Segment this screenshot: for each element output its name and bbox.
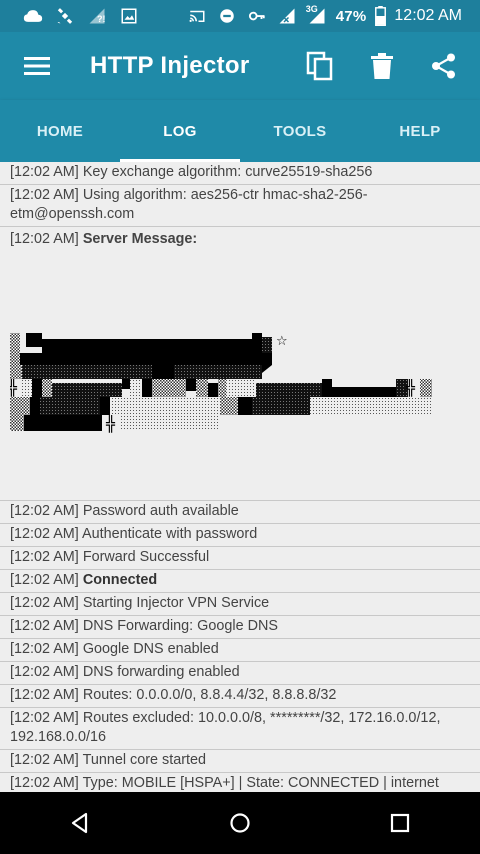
- home-button[interactable]: [210, 792, 270, 854]
- svg-text:╬: ╬: [10, 378, 18, 397]
- tab-tools[interactable]: TOOLS: [240, 100, 360, 162]
- log-time: [12:02 AM]: [10, 595, 79, 611]
- battery-percent: 47%: [335, 7, 367, 25]
- log-time: [12:02 AM]: [10, 710, 79, 726]
- log-text: Starting Injector VPN Service: [82, 595, 270, 611]
- log-text: Forward Successful: [82, 549, 210, 565]
- menu-button[interactable]: [20, 49, 54, 83]
- home-icon: [230, 813, 250, 833]
- battery-icon: [374, 6, 386, 26]
- tab-bar: HOME LOG TOOLS HELP: [0, 100, 480, 162]
- copy-button[interactable]: [300, 46, 340, 86]
- do-not-disturb-icon: [216, 6, 238, 26]
- log-time: [12:02 AM]: [10, 618, 79, 634]
- log-time: [12:02 AM]: [10, 775, 79, 791]
- svg-text:?!: ?!: [97, 14, 106, 24]
- log-time: [12:02 AM]: [10, 752, 79, 768]
- log-time: [12:02 AM]: [10, 187, 79, 203]
- server-banner-ascii-art: ☆ ╬ ╬ ╬: [10, 333, 432, 433]
- log-row: [12:02 AM] Type: MOBILE [HSPA+] | State:…: [0, 773, 480, 792]
- server-message-row: [12:02 AM] Server Message: ☆ ╬ ╬ ╬: [0, 227, 480, 501]
- hamburger-icon: [24, 57, 50, 75]
- log-time: [12:02 AM]: [10, 664, 79, 680]
- back-icon: [71, 812, 88, 834]
- delete-icon: [371, 53, 393, 79]
- log-text-bold: Connected: [82, 572, 158, 588]
- log-row: [12:02 AM] Routes: 0.0.0.0/0, 8.8.4.4/32…: [0, 685, 480, 708]
- back-button[interactable]: [50, 792, 110, 854]
- log-text: Type: MOBILE [HSPA+] | State: CONNECTED …: [82, 775, 439, 791]
- log-time: [12:02 AM]: [10, 549, 79, 565]
- cloud-icon: [22, 6, 44, 26]
- log-time: [12:02 AM]: [10, 503, 79, 519]
- tab-log[interactable]: LOG: [120, 100, 240, 162]
- signal-3g-icon: 3G: [305, 4, 328, 26]
- log-row: [12:02 AM] Connected: [0, 570, 480, 593]
- log-text: Google DNS enabled: [82, 641, 219, 657]
- log-row: [12:02 AM] DNS Forwarding: Google DNS: [0, 616, 480, 639]
- screen: ?! 3G 47% 12:02 AM HTTP Injector HOME LO…: [0, 0, 480, 854]
- clock: 12:02 AM: [394, 7, 462, 24]
- log-time: [12:02 AM]: [10, 526, 79, 542]
- log-row: [12:02 AM] Password auth available: [0, 501, 480, 524]
- log-text: Authenticate with password: [82, 526, 258, 542]
- delete-button[interactable]: [362, 46, 402, 86]
- log-row: [12:02 AM] Google DNS enabled: [0, 639, 480, 662]
- image-alert-icon: [118, 6, 140, 26]
- log-row: [12:02 AM] Tunnel core started: [0, 750, 480, 773]
- log-row: [12:02 AM] Starting Injector VPN Service: [0, 593, 480, 616]
- recents-icon: [390, 813, 410, 833]
- log-text: DNS Forwarding: Google DNS: [82, 618, 278, 634]
- log-text: DNS forwarding enabled: [82, 664, 240, 680]
- cast-icon: [186, 6, 208, 26]
- wifi-question-icon: ?!: [86, 6, 108, 26]
- recents-button[interactable]: [370, 792, 430, 854]
- svg-text:☆: ☆: [276, 334, 288, 349]
- log-row: [12:02 AM] Authenticate with password: [0, 524, 480, 547]
- signal-icon: [276, 6, 298, 26]
- log-row: [12:02 AM] DNS forwarding enabled: [0, 662, 480, 685]
- system-nav-bar: [0, 792, 480, 854]
- log-time: [12:02 AM]: [10, 641, 79, 657]
- tab-help[interactable]: HELP: [360, 100, 480, 162]
- log-list[interactable]: [12:02 AM] Key exchange algorithm: curve…: [0, 162, 480, 792]
- share-icon: [432, 53, 455, 79]
- app-title: HTTP Injector: [90, 52, 250, 79]
- tab-home[interactable]: HOME: [0, 100, 120, 162]
- svg-text:╬: ╬: [105, 414, 116, 433]
- log-time: [12:02 AM]: [10, 572, 79, 588]
- share-button[interactable]: [424, 46, 464, 86]
- copy-icon: [306, 51, 333, 81]
- satellite-icon: [54, 6, 76, 26]
- network-type-label: 3G: [305, 4, 318, 14]
- log-row: [12:02 AM] Using algorithm: aes256-ctr h…: [0, 185, 480, 227]
- log-row: [12:02 AM] Key exchange algorithm: curve…: [0, 162, 480, 185]
- log-time: [12:02 AM]: [10, 687, 79, 703]
- log-text: Routes: 0.0.0.0/0, 8.8.4.4/32, 8.8.8.8/3…: [82, 687, 337, 703]
- vpn-key-icon: [246, 6, 268, 26]
- log-text: Key exchange algorithm: curve25519-sha25…: [82, 164, 373, 180]
- svg-text:╬: ╬: [405, 378, 416, 397]
- log-row: [12:02 AM] Forward Successful: [0, 547, 480, 570]
- log-text: Password auth available: [82, 503, 239, 519]
- status-bar: ?! 3G 47% 12:02 AM: [0, 0, 480, 32]
- app-bar: HTTP Injector: [0, 32, 480, 100]
- log-time: [12:02 AM]: [10, 164, 79, 180]
- server-message-label: Server Message:: [82, 231, 198, 247]
- log-text: Tunnel core started: [82, 752, 207, 768]
- log-row: [12:02 AM] Routes excluded: 10.0.0.0/8, …: [0, 708, 480, 750]
- log-time: [12:02 AM]: [10, 231, 79, 247]
